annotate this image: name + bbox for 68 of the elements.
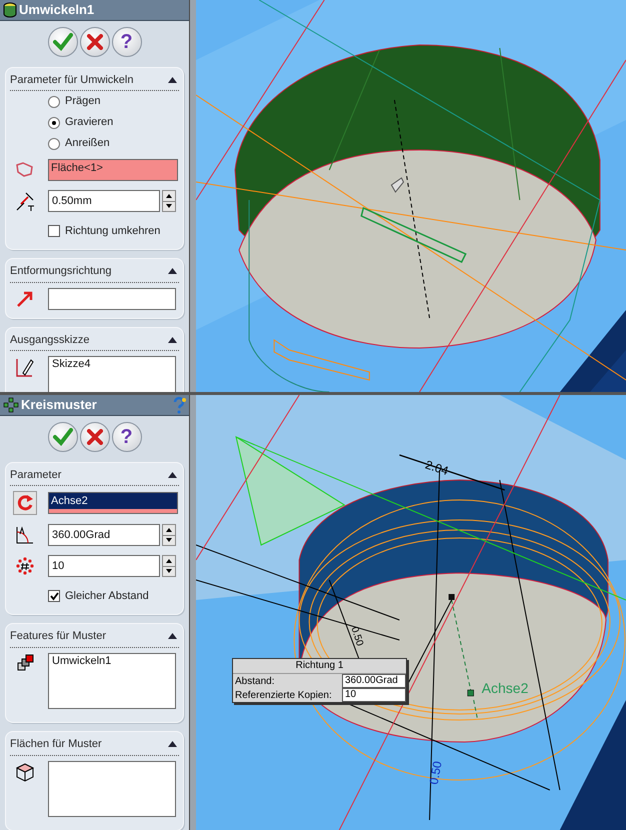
list-box[interactable]: Umwickeln1 bbox=[48, 652, 176, 708]
help-icon[interactable] bbox=[172, 396, 186, 414]
cursor-icon bbox=[390, 177, 404, 193]
checkbox[interactable] bbox=[48, 225, 60, 237]
close-icon bbox=[86, 428, 102, 444]
callout-label: Referenzierte Kopien: bbox=[235, 688, 332, 702]
selection-field[interactable]: Achse2 bbox=[48, 492, 178, 514]
group-title: Ausgangsskizze bbox=[10, 332, 90, 348]
checkbox-label: Richtung umkehren bbox=[65, 224, 160, 239]
panel-title: Umwickeln1 bbox=[19, 1, 94, 19]
group-title: Entformungsrichtung bbox=[10, 264, 112, 279]
checkmark-icon bbox=[52, 32, 72, 50]
spinner[interactable] bbox=[162, 555, 176, 577]
sketch-point bbox=[448, 594, 455, 600]
radio-button[interactable] bbox=[48, 96, 60, 108]
group-title: Flächen für Muster bbox=[10, 737, 102, 752]
spinner[interactable] bbox=[162, 190, 176, 212]
axis-point bbox=[467, 690, 474, 696]
collapse-icon[interactable] bbox=[168, 633, 177, 640]
list-item[interactable]: Umwickeln1 bbox=[52, 654, 172, 668]
panel-title: Kreismuster bbox=[21, 396, 97, 414]
dimension-label: 0.50 bbox=[348, 626, 365, 648]
help-button[interactable]: ? bbox=[112, 422, 142, 452]
cad-viewport[interactable] bbox=[196, 0, 626, 392]
radio-button[interactable] bbox=[48, 116, 60, 128]
pattern-count-icon bbox=[14, 555, 36, 577]
list-box[interactable] bbox=[48, 760, 176, 816]
number-field[interactable]: 10 bbox=[48, 555, 160, 577]
cylinder-feature-icon bbox=[3, 2, 17, 18]
dimension-label: 0.50 bbox=[426, 760, 445, 786]
collapse-icon[interactable] bbox=[168, 268, 177, 274]
collapse-icon[interactable] bbox=[168, 76, 177, 83]
selection-field[interactable]: Fläche<1> bbox=[48, 159, 178, 181]
callout-value[interactable]: 360.00Grad bbox=[342, 674, 406, 688]
collapse-icon[interactable] bbox=[168, 741, 177, 748]
angle-icon bbox=[14, 524, 36, 546]
help-button[interactable]: ? bbox=[112, 26, 142, 56]
circular-pattern-icon bbox=[3, 396, 19, 413]
callout-label: Abstand: bbox=[235, 674, 274, 688]
radio-button[interactable] bbox=[48, 138, 60, 150]
spinner[interactable] bbox=[162, 524, 176, 546]
list-box[interactable]: Skizze4 bbox=[48, 356, 176, 392]
number-field[interactable]: 0.50mm bbox=[48, 190, 160, 212]
input-field[interactable] bbox=[48, 288, 176, 310]
checkmark-icon bbox=[52, 428, 72, 446]
checkbox[interactable] bbox=[48, 590, 60, 602]
close-icon bbox=[86, 34, 102, 50]
number-field[interactable]: 360.00Grad bbox=[48, 524, 160, 546]
group-title: Features für Muster bbox=[10, 629, 106, 644]
cancel-button[interactable] bbox=[80, 422, 110, 452]
group-title: Parameter für Umwickeln bbox=[10, 72, 134, 88]
cube-icon bbox=[14, 760, 36, 782]
cancel-button[interactable] bbox=[80, 26, 110, 56]
collapse-icon[interactable] bbox=[168, 472, 177, 478]
radio-label: Prägen bbox=[65, 94, 100, 110]
direction-toggle[interactable] bbox=[13, 491, 37, 515]
sketch-pencil-icon bbox=[14, 356, 36, 378]
ok-button[interactable] bbox=[48, 422, 78, 452]
radio-label: Anreißen bbox=[65, 136, 110, 152]
thickness-icon bbox=[14, 190, 36, 212]
axis-label: Achse2 bbox=[482, 680, 528, 696]
group-title: Parameter bbox=[10, 468, 62, 482]
radio-label: Gravieren bbox=[65, 115, 114, 130]
collapse-icon[interactable] bbox=[168, 336, 177, 343]
list-item[interactable]: Skizze4 bbox=[52, 357, 172, 371]
callout-value[interactable]: 10 bbox=[342, 688, 406, 702]
checkbox-label: Gleicher Abstand bbox=[65, 588, 149, 604]
ok-button[interactable] bbox=[48, 26, 78, 56]
